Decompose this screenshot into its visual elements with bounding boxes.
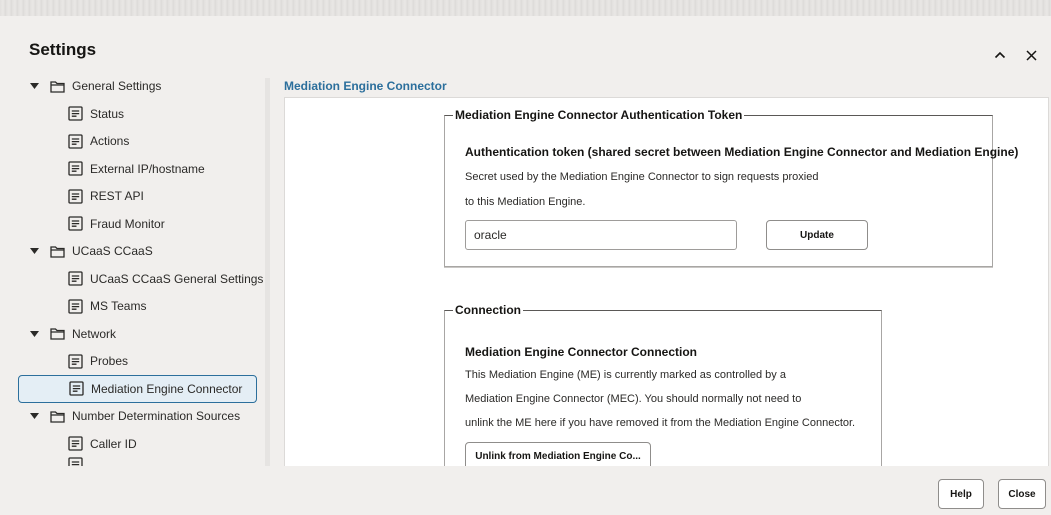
page-icon	[67, 161, 83, 177]
tree-item-label: General Settings	[72, 79, 162, 93]
tree-item-label: Probes	[90, 354, 129, 368]
page-icon	[67, 106, 83, 122]
connection-group: Connection Mediation Engine Connector Co…	[444, 303, 882, 470]
auth-token-legend: Mediation Engine Connector Authenticatio…	[453, 108, 745, 122]
caret-down-icon[interactable]	[28, 80, 40, 92]
tree-item-label: UCaaS CCaaS	[72, 244, 153, 258]
tree-item-label: REST API	[90, 189, 144, 203]
page-icon	[67, 133, 83, 149]
auth-token-input[interactable]	[465, 220, 737, 250]
page-icon	[67, 216, 83, 232]
connection-legend: Connection	[453, 303, 523, 317]
close-icon	[1025, 49, 1037, 61]
close-dialog-button[interactable]	[1022, 46, 1040, 64]
tree-item-label: Number Determination Sources	[72, 409, 241, 423]
connection-desc-line2: Mediation Engine Connector (MEC). You sh…	[465, 393, 802, 405]
connection-title: Mediation Engine Connector Connection	[465, 345, 697, 359]
auth-token-title: Authentication token (shared secret betw…	[465, 145, 1019, 159]
auth-token-group: Mediation Engine Connector Authenticatio…	[444, 108, 1018, 267]
content-body: Mediation Engine Connector Authenticatio…	[284, 97, 1049, 470]
page-icon	[67, 353, 83, 369]
dialog-title: Settings	[29, 40, 97, 59]
tree-item-mediation-engine-connector[interactable]: Mediation Engine Connector	[18, 374, 257, 403]
page-icon	[68, 381, 84, 397]
close-button[interactable]: Close	[998, 479, 1046, 509]
tree-item-ucaas-ccaas-general-settings[interactable]: UCaaS CCaaS General Settings	[67, 265, 263, 293]
tree-item-status[interactable]: Status	[67, 100, 124, 128]
folder-icon	[49, 408, 65, 424]
connection-desc-line1: This Mediation Engine (ME) is currently …	[465, 369, 786, 381]
tree-item-probes[interactable]: Probes	[67, 347, 128, 375]
tree-item-actions[interactable]: Actions	[67, 127, 129, 155]
chevron-up-icon	[994, 51, 1006, 59]
dialog-footer	[0, 466, 1051, 515]
tree-item-general-settings[interactable]: General Settings	[28, 72, 161, 100]
tree-item-network[interactable]: Network	[28, 320, 116, 348]
tree-item-label: Status	[90, 106, 125, 121]
tree-item-label: Network	[72, 326, 117, 341]
folder-icon	[49, 78, 65, 94]
tree-item-ms-teams[interactable]: MS Teams	[67, 292, 146, 320]
connection-desc-line3: unlink the ME here if you have removed i…	[465, 417, 856, 429]
tree-item-label: Actions	[90, 134, 130, 148]
caret-down-icon[interactable]	[28, 245, 40, 257]
page-icon	[67, 271, 83, 287]
page-icon	[67, 298, 83, 314]
page-title: Mediation Engine Connector	[284, 79, 447, 93]
caret-down-icon[interactable]	[28, 328, 40, 340]
tree-item-external-ip-hostname[interactable]: External IP/hostname	[67, 155, 205, 183]
update-button[interactable]: Update	[766, 220, 868, 250]
tree-item-label: UCaaS CCaaS General Settings	[90, 271, 264, 286]
tree-item-label: MS Teams	[90, 299, 147, 313]
tree-item-rest-api[interactable]: REST API	[67, 182, 144, 210]
page-icon	[67, 436, 83, 452]
auth-token-desc-line1: Secret used by the Mediation Engine Conn…	[465, 171, 819, 183]
tree-item-label: Caller ID	[90, 436, 137, 451]
tree-item-fraud-monitor[interactable]: Fraud Monitor	[67, 210, 165, 238]
tree-item-label: Fraud Monitor	[90, 216, 165, 231]
tree-item-label: External IP/hostname	[90, 161, 205, 176]
tree-item-number-determination-sources[interactable]: Number Determination Sources	[28, 402, 240, 430]
help-button[interactable]: Help	[938, 479, 984, 509]
dialog-header	[0, 16, 1051, 78]
tree-item-caller-id[interactable]: Caller ID	[67, 430, 137, 458]
auth-token-desc-line2: to this Mediation Engine.	[465, 196, 586, 208]
window-top-strip	[0, 0, 1051, 16]
caret-down-icon[interactable]	[28, 410, 40, 422]
collapse-button[interactable]	[991, 46, 1009, 64]
tree-item-label: Mediation Engine Connector	[91, 381, 243, 396]
folder-icon	[49, 243, 65, 259]
tree-item-ucaas-ccaas[interactable]: UCaaS CCaaS	[28, 237, 153, 265]
folder-icon	[49, 326, 65, 342]
page-icon	[67, 188, 83, 204]
